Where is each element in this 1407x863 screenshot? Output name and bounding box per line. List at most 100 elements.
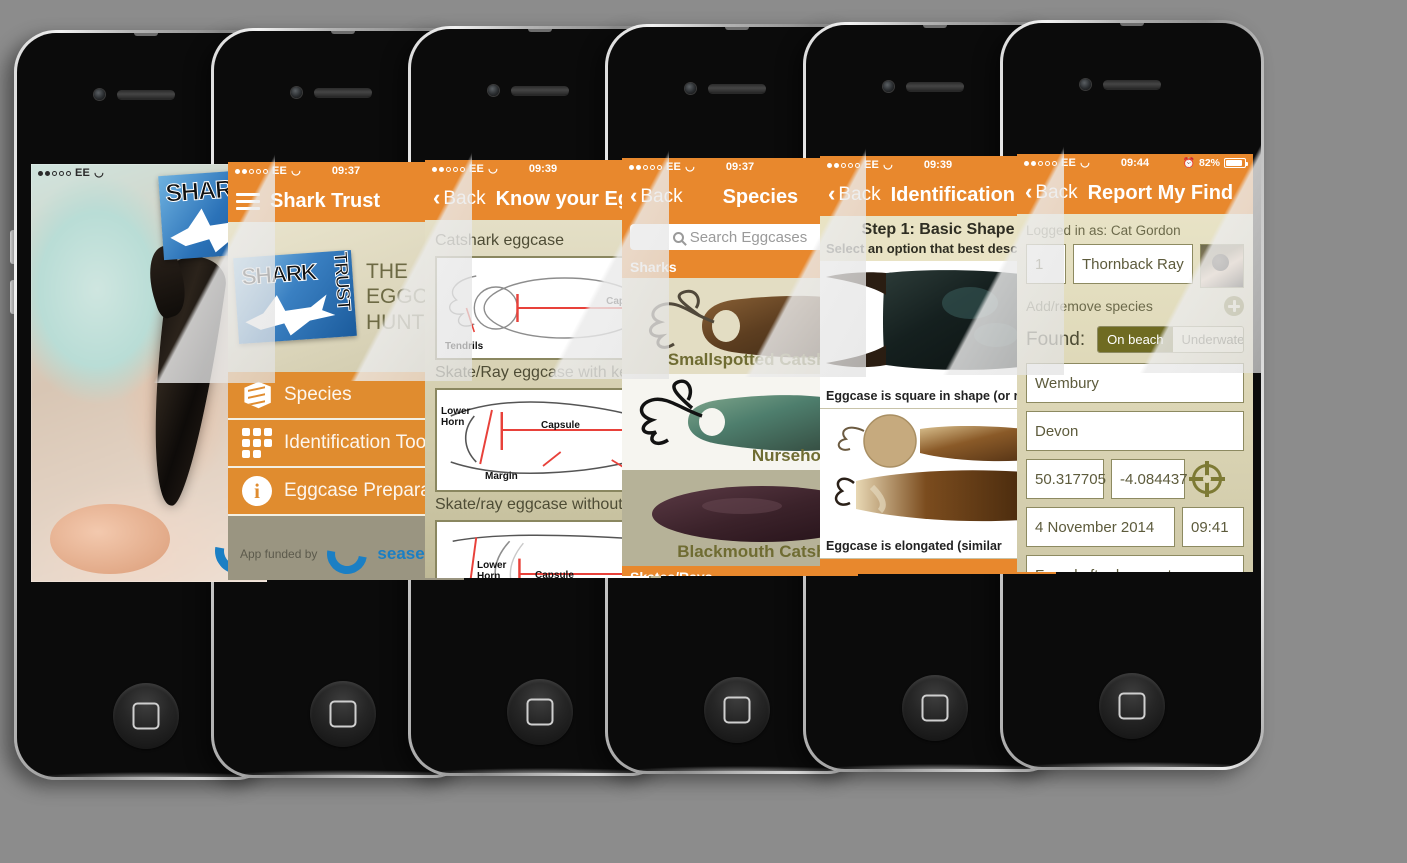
logged-in-label: Logged in as: Cat Gordon [1026, 223, 1181, 238]
screenshot-stage: SHARK EE ◡ 09:47 [0, 0, 1407, 863]
menu-item-label: Species [284, 384, 352, 405]
page-title: Shark Trust [270, 189, 381, 212]
wifi-icon: ◡ [488, 162, 498, 175]
diagram-label-capsule: Capsule [541, 420, 580, 431]
volume-down-button[interactable] [10, 280, 14, 314]
plus-icon[interactable] [1224, 296, 1244, 316]
county-field[interactable]: Devon [1026, 411, 1244, 451]
found-row: Found: On beach Underwater [1026, 326, 1244, 353]
signal-strength-icon [432, 166, 465, 172]
crosshair-icon[interactable] [1189, 461, 1225, 497]
segment-underwater[interactable]: Underwater [1172, 327, 1244, 352]
county-row: Devon [1026, 411, 1244, 451]
volume-button[interactable] [10, 230, 14, 264]
status-bar: EE ◡ 09:44 ⏰ 82% [1017, 154, 1253, 172]
section-heading: Skate/ray eggcase without keel [435, 496, 657, 513]
species-entry-row: 1 Thornback Ray [1026, 244, 1244, 288]
top-microphone [725, 27, 749, 30]
signal-strength-icon [827, 162, 860, 168]
earpiece-speaker [708, 84, 766, 93]
back-label: Back [640, 186, 683, 207]
home-button[interactable] [310, 681, 376, 747]
segment-on-beach[interactable]: On beach [1098, 327, 1173, 352]
page-title: Report My Find [1087, 181, 1234, 204]
signal-strength-icon [1024, 160, 1057, 166]
signal-strength-icon [235, 168, 268, 174]
carrier-label: EE [469, 163, 485, 175]
status-carrier: EE ◡ [1024, 157, 1090, 169]
earpiece-speaker [511, 86, 569, 95]
catshark-diagram: Tendrils Capsule [435, 256, 651, 360]
status-carrier: EE ◡ [629, 161, 695, 173]
hamburger-icon[interactable] [236, 192, 260, 210]
home-button[interactable] [1099, 673, 1165, 739]
alarm-icon: ⏰ [1182, 157, 1195, 169]
species-field[interactable]: Thornback Ray [1073, 244, 1193, 284]
menu-item-label: Identification Tool [284, 432, 431, 453]
top-microphone [331, 31, 355, 34]
carrier-label: EE [666, 161, 682, 173]
search-input[interactable]: Search Eggcases [630, 224, 850, 250]
shark-trust-logo: SHARK TRUST [233, 249, 357, 345]
time-field[interactable]: 09:41 [1182, 507, 1244, 547]
diagram-label-lower-horn: Lower Horn [441, 406, 471, 428]
front-camera [291, 87, 302, 98]
quantity-field[interactable]: 1 [1026, 244, 1066, 284]
status-carrier: EE ◡ [827, 159, 893, 171]
chevron-left-icon: ‹ [1025, 179, 1033, 204]
diagram-label-tendrils: Tendrils [445, 341, 484, 352]
battery-icon [1224, 158, 1248, 168]
front-camera [94, 89, 105, 100]
report-form: Logged in as: Cat Gordon 1 Thornback Ray… [1017, 214, 1253, 572]
battery-percent: 82% [1198, 157, 1220, 169]
back-button[interactable]: ‹ Back [630, 185, 683, 208]
carrier-label: EE [1061, 157, 1077, 169]
location-field[interactable]: Wembury [1026, 363, 1244, 403]
signal-strength-icon [38, 170, 71, 176]
chevron-left-icon: ‹ [828, 181, 836, 206]
status-carrier: EE ◡ [432, 163, 498, 175]
carrier-label: EE [75, 167, 91, 179]
find-photo-thumbnail[interactable] [1200, 244, 1244, 288]
section-heading: Catshark eggcase [435, 232, 564, 249]
home-button[interactable] [113, 683, 179, 749]
found-segmented-control[interactable]: On beach Underwater [1097, 326, 1244, 353]
back-button[interactable]: ‹ Back [1025, 179, 1078, 204]
add-remove-label: Add/remove species [1026, 298, 1153, 314]
top-microphone [134, 33, 158, 36]
back-label: Back [838, 184, 881, 205]
wifi-icon: ◡ [883, 158, 893, 171]
diagram-label-capsule: Capsule [535, 570, 574, 578]
navigation-bar: ‹ Back Report My Find [1017, 172, 1253, 214]
page-title: Species [722, 185, 799, 208]
report-my-find-screen: EE ◡ 09:44 ⏰ 82% ‹ Back Report My Find L… [1017, 154, 1253, 572]
skate-keeled-diagram: Lower Horn Capsule Margin [435, 388, 651, 492]
wifi-icon: ◡ [1080, 156, 1090, 169]
top-microphone [1120, 23, 1144, 26]
latitude-field[interactable]: 50.317705 [1026, 459, 1106, 499]
date-field[interactable]: 4 November 2014 [1026, 507, 1175, 547]
back-label: Back [1035, 182, 1078, 203]
phone-report-my-find: EE ◡ 09:44 ⏰ 82% ‹ Back Report My Find L… [996, 20, 1264, 770]
status-carrier: EE ◡ [235, 165, 301, 177]
notes-field[interactable]: Found after heavy storms. [1026, 555, 1244, 572]
wifi-icon: ◡ [685, 160, 695, 173]
carrier-label: EE [864, 159, 880, 171]
front-camera [883, 81, 894, 92]
front-camera [1080, 79, 1091, 90]
back-button[interactable]: ‹ Back [828, 181, 881, 206]
longitude-field[interactable]: -4.084437 [1111, 459, 1188, 499]
status-carrier: EE ◡ [38, 167, 104, 179]
back-button[interactable]: ‹ Back [433, 187, 486, 210]
earpiece-speaker [906, 82, 964, 91]
home-button[interactable] [507, 679, 573, 745]
datetime-row: 4 November 2014 09:41 [1026, 507, 1244, 547]
earpiece-speaker [117, 90, 175, 99]
coordinates-row: 50.317705 -4.084437 [1026, 459, 1244, 499]
home-button[interactable] [704, 677, 770, 743]
logo-trust-text: TRUST [328, 251, 354, 312]
home-button[interactable] [902, 675, 968, 741]
search-placeholder: Search Eggcases [689, 228, 808, 246]
hand-blob [49, 503, 170, 574]
phone-base-highlight [1017, 762, 1255, 767]
